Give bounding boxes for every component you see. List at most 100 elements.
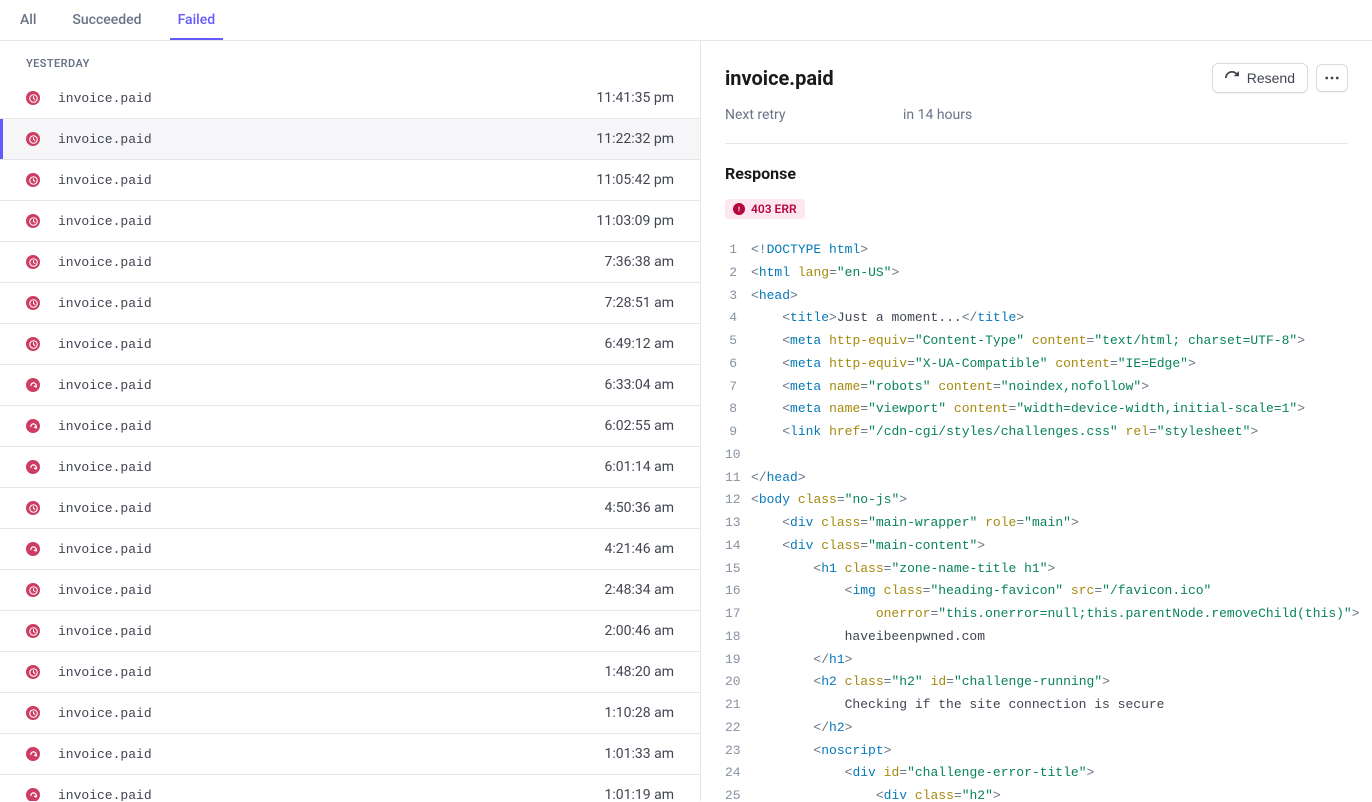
line-number: 11 [725, 467, 751, 490]
main-content: YESTERDAY invoice.paid11:41:35 pminvoice… [0, 41, 1372, 801]
clock-icon [26, 337, 40, 351]
event-row[interactable]: invoice.paid4:21:46 am [0, 529, 700, 570]
line-content: <link href="/cdn-cgi/styles/challenges.c… [751, 421, 1258, 444]
line-content: <body class="no-js"> [751, 489, 907, 512]
line-number: 9 [725, 421, 751, 444]
clock-icon [26, 91, 40, 105]
clock-icon [26, 624, 40, 638]
line-content: <html lang="en-US"> [751, 262, 899, 285]
line-number: 21 [725, 694, 751, 717]
line-number: 12 [725, 489, 751, 512]
refresh-icon [1225, 71, 1239, 85]
event-row[interactable]: invoice.paid7:36:38 am [0, 242, 700, 283]
event-time: 1:48:20 am [605, 664, 675, 680]
code-line: 25 <div class="h2"> [725, 785, 1348, 801]
code-line: 15 <h1 class="zone-name-title h1"> [725, 558, 1348, 581]
line-number: 20 [725, 671, 751, 694]
resend-label: Resend [1247, 70, 1295, 86]
event-time: 6:49:12 am [605, 336, 675, 352]
event-time: 1:10:28 am [605, 705, 675, 721]
next-retry-label: Next retry [725, 107, 903, 123]
more-button[interactable] [1316, 64, 1348, 92]
code-line: 18 haveibeenpwned.com [725, 626, 1348, 649]
event-name: invoice.paid [58, 296, 605, 311]
event-time: 11:41:35 pm [596, 90, 674, 106]
line-content: <!DOCTYPE html> [751, 239, 868, 262]
clock-icon [26, 665, 40, 679]
event-row[interactable]: invoice.paid2:48:34 am [0, 570, 700, 611]
event-row[interactable]: invoice.paid6:02:55 am [0, 406, 700, 447]
event-name: invoice.paid [58, 378, 605, 393]
event-name: invoice.paid [58, 747, 605, 762]
line-content: </h2> [751, 717, 852, 740]
event-time: 6:02:55 am [605, 418, 675, 434]
line-number: 22 [725, 717, 751, 740]
clock-icon [26, 501, 40, 515]
event-row[interactable]: invoice.paid11:22:32 pm [0, 119, 700, 160]
retry-icon [26, 788, 40, 801]
line-content: <head> [751, 285, 798, 308]
response-body[interactable]: 1<!DOCTYPE html>2<html lang="en-US">3<he… [725, 239, 1348, 801]
line-content: <div class="main-content"> [751, 535, 985, 558]
event-time: 7:28:51 am [605, 295, 675, 311]
more-icon [1325, 71, 1339, 85]
event-row[interactable]: invoice.paid1:01:33 am [0, 734, 700, 775]
status-text: 403 ERR [751, 202, 797, 216]
event-row[interactable]: invoice.paid6:49:12 am [0, 324, 700, 365]
retry-icon [26, 747, 40, 761]
tab-all[interactable]: All [12, 0, 44, 40]
error-icon [733, 203, 745, 215]
detail-title: invoice.paid [725, 66, 1212, 90]
event-name: invoice.paid [58, 132, 596, 147]
line-number: 24 [725, 762, 751, 785]
line-number: 10 [725, 444, 751, 467]
code-line: 20 <h2 class="h2" id="challenge-running"… [725, 671, 1348, 694]
event-row[interactable]: invoice.paid7:28:51 am [0, 283, 700, 324]
tab-succeeded[interactable]: Succeeded [64, 0, 149, 40]
event-row[interactable]: invoice.paid1:10:28 am [0, 693, 700, 734]
line-number: 2 [725, 262, 751, 285]
event-row[interactable]: invoice.paid6:33:04 am [0, 365, 700, 406]
clock-icon [26, 296, 40, 310]
event-time: 2:00:46 am [605, 623, 675, 639]
event-row[interactable]: invoice.paid2:00:46 am [0, 611, 700, 652]
event-name: invoice.paid [58, 665, 605, 680]
line-number: 4 [725, 307, 751, 330]
event-row[interactable]: invoice.paid11:41:35 pm [0, 78, 700, 119]
line-content: <h2 class="h2" id="challenge-running"> [751, 671, 1110, 694]
line-number: 18 [725, 626, 751, 649]
code-line: 22 </h2> [725, 717, 1348, 740]
line-number: 8 [725, 398, 751, 421]
code-line: 7 <meta name="robots" content="noindex,n… [725, 376, 1348, 399]
event-time: 11:03:09 pm [596, 213, 674, 229]
line-content: </head> [751, 467, 806, 490]
line-content: <img class="heading-favicon" src="/favic… [751, 580, 1211, 603]
code-line: 10 [725, 444, 1348, 467]
clock-icon [26, 132, 40, 146]
event-row[interactable]: invoice.paid1:48:20 am [0, 652, 700, 693]
event-row[interactable]: invoice.paid6:01:14 am [0, 447, 700, 488]
event-name: invoice.paid [58, 460, 605, 475]
event-list-panel[interactable]: YESTERDAY invoice.paid11:41:35 pminvoice… [0, 41, 700, 801]
event-row[interactable]: invoice.paid1:01:19 am [0, 775, 700, 801]
event-detail-panel: invoice.paid Resend Next retry in 14 hou… [700, 41, 1372, 801]
event-time: 7:36:38 am [605, 254, 675, 270]
event-name: invoice.paid [58, 501, 605, 516]
clock-icon [26, 255, 40, 269]
line-number: 3 [725, 285, 751, 308]
code-line: 19 </h1> [725, 649, 1348, 672]
status-badge: 403 ERR [725, 199, 805, 219]
event-time: 2:48:34 am [605, 582, 675, 598]
event-time: 1:01:33 am [605, 746, 675, 762]
line-number: 6 [725, 353, 751, 376]
code-line: 8 <meta name="viewport" content="width=d… [725, 398, 1348, 421]
event-row[interactable]: invoice.paid4:50:36 am [0, 488, 700, 529]
event-time: 6:33:04 am [605, 377, 675, 393]
event-row[interactable]: invoice.paid11:03:09 pm [0, 201, 700, 242]
line-content: onerror="this.onerror=null;this.parentNo… [751, 603, 1360, 626]
resend-button[interactable]: Resend [1212, 63, 1308, 93]
line-content: <title>Just a moment...</title> [751, 307, 1024, 330]
tab-failed[interactable]: Failed [170, 0, 224, 40]
line-content [751, 444, 782, 467]
event-row[interactable]: invoice.paid11:05:42 pm [0, 160, 700, 201]
